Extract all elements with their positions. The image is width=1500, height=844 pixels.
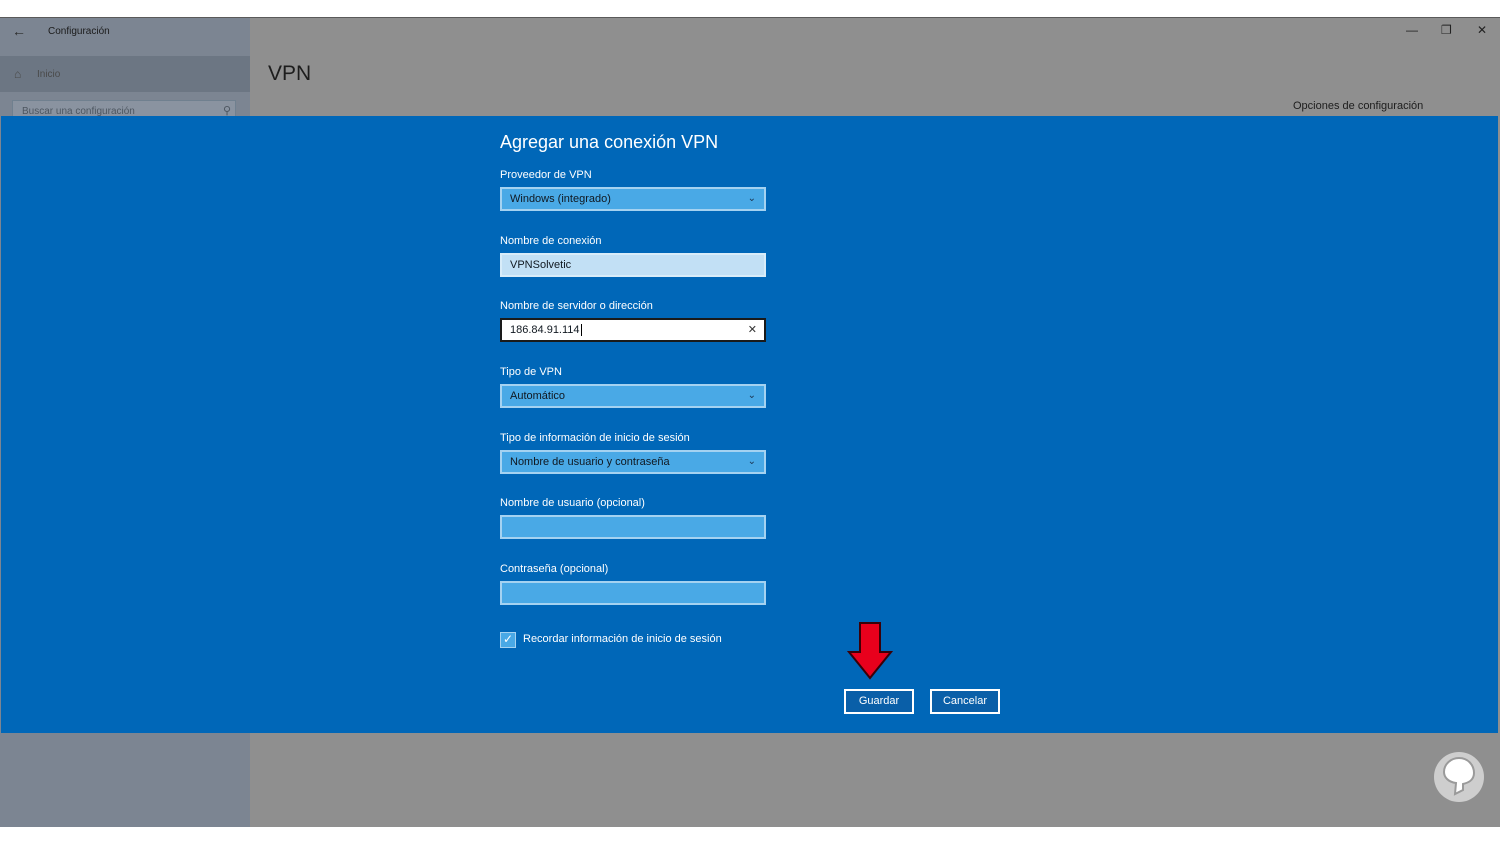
home-icon: ⌂ [14, 67, 22, 81]
add-vpn-dialog: Agregar una conexión VPN Proveedor de VP… [1, 116, 1498, 733]
remember-signin-checkbox[interactable]: ✓ [500, 632, 516, 648]
watermark-logo-icon [1432, 750, 1486, 809]
chevron-down-icon: ⌄ [747, 390, 756, 401]
signin-type-label: Tipo de información de inicio de sesión [500, 432, 690, 444]
close-icon[interactable]: ✕ [1477, 23, 1487, 37]
vpn-type-dropdown[interactable]: Automático ⌄ [500, 384, 766, 408]
server-address-label: Nombre de servidor o dirección [500, 300, 653, 312]
server-address-value: 186.84.91.114 [510, 324, 580, 336]
connection-name-input[interactable]: VPNSolvetic [500, 253, 766, 277]
connection-name-value: VPNSolvetic [510, 259, 572, 271]
remember-signin-label[interactable]: Recordar información de inicio de sesión [523, 633, 722, 645]
vpn-provider-value: Windows (integrado) [510, 193, 611, 205]
sidebar-item-home-label: Inicio [37, 69, 61, 80]
cancel-button[interactable]: Cancelar [930, 689, 1000, 714]
username-input[interactable] [500, 515, 766, 539]
password-label: Contraseña (opcional) [500, 563, 609, 575]
connection-name-label: Nombre de conexión [500, 235, 602, 247]
save-button[interactable]: Guardar [844, 689, 914, 714]
vpn-type-label: Tipo de VPN [500, 366, 562, 378]
app-title: Configuración [48, 26, 110, 37]
server-address-input[interactable]: 186.84.91.114 ✕ [500, 318, 766, 342]
signin-type-value: Nombre de usuario y contraseña [510, 456, 670, 468]
chevron-down-icon: ⌄ [747, 456, 756, 467]
checkmark-icon: ✓ [503, 632, 514, 646]
red-arrow-down-icon [846, 622, 894, 685]
password-input[interactable] [500, 581, 766, 605]
text-caret [580, 324, 582, 337]
dialog-title: Agregar una conexión VPN [500, 132, 719, 152]
signin-type-dropdown[interactable]: Nombre de usuario y contraseña ⌄ [500, 450, 766, 474]
restore-icon[interactable]: ❐ [1441, 23, 1452, 37]
minimize-icon[interactable]: — [1406, 23, 1418, 37]
sidebar-item-home[interactable]: ⌂ Inicio [0, 56, 250, 92]
chevron-down-icon: ⌄ [747, 193, 756, 204]
vpn-provider-label: Proveedor de VPN [500, 169, 592, 181]
server-address-value-wrap: 186.84.91.114 [510, 324, 582, 337]
back-arrow-icon[interactable]: ← [12, 23, 26, 39]
clear-icon[interactable]: ✕ [748, 323, 757, 336]
vpn-type-value: Automático [510, 390, 566, 402]
page-title: VPN [268, 62, 312, 85]
vpn-provider-dropdown[interactable]: Windows (integrado) ⌄ [500, 187, 766, 211]
username-label: Nombre de usuario (opcional) [500, 497, 645, 509]
options-heading: Opciones de configuración [1293, 100, 1424, 112]
